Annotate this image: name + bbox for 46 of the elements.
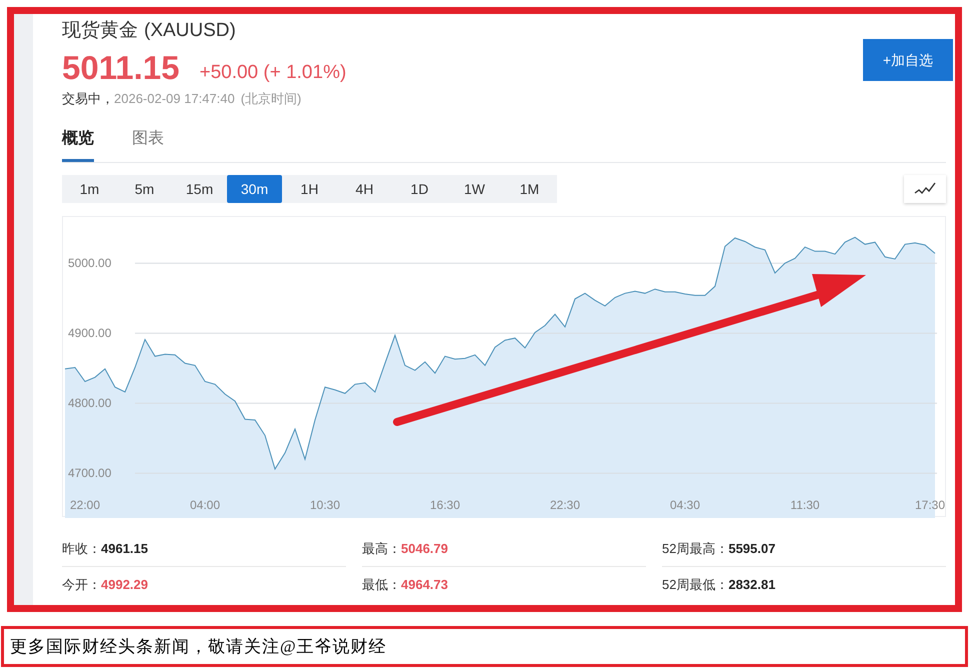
price-change: +50.00 (+ 1.01%)	[199, 61, 346, 85]
stat-value: 5046.79	[401, 540, 448, 558]
stat-label: 最低：	[362, 576, 401, 594]
stat-label: 昨收：	[62, 540, 101, 558]
interval-tab[interactable]: 1M	[502, 175, 557, 203]
tab[interactable]: 图表	[132, 128, 164, 162]
stat-value: 4961.15	[101, 540, 148, 558]
stat-label: 最高：	[362, 540, 401, 558]
stat-value: 4964.73	[401, 576, 448, 594]
stat-value: 2832.81	[728, 576, 776, 594]
interval-tab[interactable]: 1W	[447, 175, 502, 203]
x-axis-label: 22:30	[550, 498, 580, 512]
y-axis-label: 4900.00	[68, 326, 112, 340]
current-price: 5011.15	[62, 48, 180, 88]
stat-label: 52周最高：	[662, 540, 728, 558]
tab[interactable]: 概览	[62, 128, 94, 162]
chart-type-button[interactable]	[904, 175, 946, 203]
y-axis-label: 5000.00	[68, 256, 112, 270]
y-axis-label: 4800.00	[68, 396, 112, 410]
x-axis-label: 04:00	[190, 498, 220, 512]
instrument-symbol: (XAUUSD)	[144, 19, 236, 43]
interval-tab[interactable]: 5m	[117, 175, 172, 203]
interval-tab[interactable]: 1H	[282, 175, 337, 203]
interval-tab[interactable]: 4H	[337, 175, 392, 203]
x-axis-label: 16:30	[430, 498, 460, 512]
stat-label: 今开：	[62, 576, 101, 594]
interval-tab[interactable]: 15m	[172, 175, 227, 203]
interval-tab[interactable]: 1m	[62, 175, 117, 203]
interval-tab[interactable]: 30m	[227, 175, 282, 203]
timestamp: 2026-02-09 17:47:40	[114, 90, 235, 108]
x-axis-label: 04:30	[670, 498, 700, 512]
line-chart-icon	[914, 182, 936, 196]
timezone-label: (北京时间)	[240, 90, 302, 108]
caption-text: 更多国际财经头条新闻，敬请关注@王爷说财经	[10, 636, 387, 658]
instrument-name: 现货黄金	[62, 19, 138, 43]
add-watchlist-button[interactable]: +加自选	[863, 39, 953, 81]
y-axis-label: 4700.00	[68, 466, 112, 480]
x-axis-label: 11:30	[790, 498, 820, 512]
stat-label: 52周最低：	[662, 576, 728, 594]
trading-status: 交易中，	[62, 90, 114, 108]
stat-value: 4992.29	[101, 576, 148, 594]
x-axis-label: 22:00	[70, 498, 100, 512]
stat-value: 5595.07	[728, 540, 776, 558]
interval-tab[interactable]: 1D	[392, 175, 447, 203]
x-axis-label: 10:30	[310, 498, 340, 512]
x-axis-label: 17:30	[914, 498, 945, 512]
